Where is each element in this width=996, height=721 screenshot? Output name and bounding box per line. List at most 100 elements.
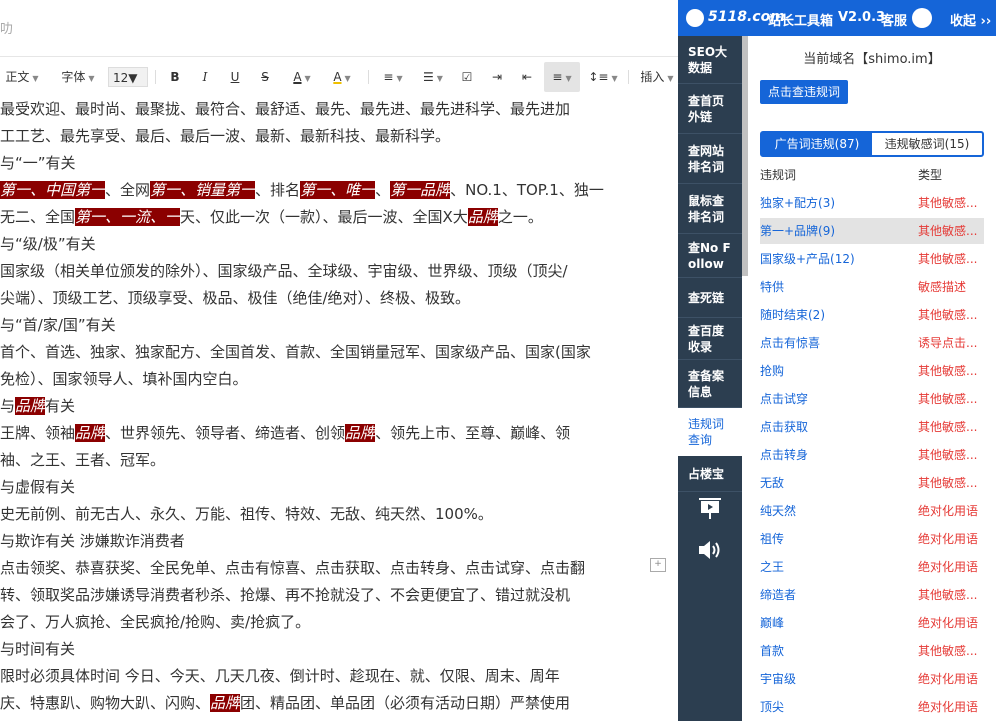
violation-row[interactable]: 第一+品牌(9) 其他敏感... bbox=[760, 218, 984, 244]
paragraph[interactable]: 与虚假有关 bbox=[0, 474, 640, 501]
violation-row[interactable]: 无敌 其他敏感... bbox=[760, 470, 984, 496]
sidenav-item-2[interactable]: 查网站排名词 bbox=[678, 134, 742, 184]
violation-row[interactable]: 宇宙级 绝对化用语 bbox=[760, 666, 984, 692]
paragraph[interactable]: 与“首/家/国”有关 bbox=[0, 312, 640, 339]
violation-word-link[interactable]: 之王 bbox=[760, 554, 784, 580]
violation-word-link[interactable]: 点击获取 bbox=[760, 414, 808, 440]
document-body[interactable]: 最受欢迎、最时尚、最聚拢、最符合、最舒适、最先、最先进、最先进科学、最先进加 工工… bbox=[0, 96, 640, 721]
violation-row[interactable]: 独家+配方(3) 其他敏感... bbox=[760, 190, 984, 216]
violation-row[interactable]: 顶尖 绝对化用语 bbox=[760, 694, 984, 720]
violation-word-link[interactable]: 特供 bbox=[760, 274, 784, 300]
violation-row[interactable]: 特供 敏感描述 bbox=[760, 274, 984, 300]
violation-word-link[interactable]: 第一+品牌(9) bbox=[760, 218, 835, 244]
violation-word-link[interactable]: 点击转身 bbox=[760, 442, 808, 468]
paragraph[interactable]: 第一、中国第一、全网第一、销量第一、排名第一、唯一、第一品牌、NO.1、TOP.… bbox=[0, 177, 640, 204]
paragraph[interactable]: 与欺诈有关 涉嫌欺诈消费者 bbox=[0, 528, 640, 555]
bold-button[interactable]: B bbox=[164, 62, 186, 92]
speaker-icon[interactable] bbox=[678, 538, 742, 568]
comment-icon[interactable]: + bbox=[650, 558, 666, 572]
sidenav-item-1[interactable]: 查首页外链 bbox=[678, 84, 742, 134]
paragraph[interactable]: 庆、特惠趴、购物大趴、闪购、品牌团、精品团、单品团（必须有活动日期）严禁使用 bbox=[0, 690, 640, 717]
bullet-list-button[interactable]: ☰ ▼ bbox=[416, 62, 450, 92]
violation-word-link[interactable]: 缔造者 bbox=[760, 582, 796, 608]
violation-word-link[interactable]: 顶尖 bbox=[760, 694, 784, 720]
violation-word-link[interactable]: 首款 bbox=[760, 638, 784, 664]
violation-word-link[interactable]: 国家级+产品(12) bbox=[760, 246, 855, 272]
violation-row[interactable]: 随时结束(2) 其他敏感... bbox=[760, 302, 984, 328]
violation-word-link[interactable]: 宇宙级 bbox=[760, 666, 796, 692]
line-height-button[interactable]: ↕≡ ▼ bbox=[586, 62, 620, 92]
outdent-button[interactable]: ⇤ bbox=[516, 62, 538, 92]
underline-button[interactable]: U bbox=[224, 62, 246, 92]
service-toggle[interactable] bbox=[912, 8, 932, 28]
violation-row[interactable]: 之王 绝对化用语 bbox=[760, 554, 984, 580]
violation-row[interactable]: 点击转身 其他敏感... bbox=[760, 442, 984, 468]
violation-row[interactable]: 首款 其他敏感... bbox=[760, 638, 984, 664]
paragraph[interactable]: 尖端）、顶级工艺、顶级享受、极品、极佳（绝佳/绝对）、终极、极致。 bbox=[0, 285, 640, 312]
sidenav-item-7[interactable]: 查备案信息 bbox=[678, 360, 742, 408]
violation-word-link[interactable]: 独家+配方(3) bbox=[760, 190, 835, 216]
check-violations-button[interactable]: 点击查违规词 bbox=[760, 80, 848, 104]
paragraph[interactable]: 史无前例、前无古人、永久、万能、祖传、特效、无敌、纯天然、100%。 bbox=[0, 501, 640, 528]
customer-service-link[interactable]: 客服 bbox=[881, 10, 907, 29]
insert-dropdown[interactable]: 插入 ▼ bbox=[636, 62, 678, 92]
violation-word-link[interactable]: 点击有惊喜 bbox=[760, 330, 820, 356]
paragraph[interactable]: 首个、首选、独家、独家配方、全国首发、首款、全国销量冠军、国家级产品、国家(国家 bbox=[0, 339, 640, 366]
paragraph[interactable]: 国家级（相关单位颁发的除外）、国家级产品、全球级、宇宙级、世界级、顶级（顶尖/ bbox=[0, 258, 640, 285]
violation-row[interactable]: 祖传 绝对化用语 bbox=[760, 526, 984, 552]
indent-button[interactable]: ⇥ bbox=[486, 62, 508, 92]
paragraph[interactable]: 与“一”有关 bbox=[0, 150, 640, 177]
tab-sensitive-words[interactable]: 违规敏感词(15) bbox=[872, 133, 982, 155]
sidenav-item-3[interactable]: 鼠标查排名词 bbox=[678, 184, 742, 234]
font-color-button[interactable]: A ▼ bbox=[284, 62, 320, 92]
violation-row[interactable]: 缔造者 其他敏感... bbox=[760, 582, 984, 608]
violation-row[interactable]: 点击获取 其他敏感... bbox=[760, 414, 984, 440]
highlight-color-button[interactable]: A ▼ bbox=[324, 62, 360, 92]
paragraph[interactable]: 与“级/极”有关 bbox=[0, 231, 640, 258]
checklist-button[interactable]: ☑ bbox=[456, 62, 478, 92]
paragraph[interactable]: 无二、全国第一、一流、一天、仅此一次（一款）、最后一波、全国X大品牌之一。 bbox=[0, 204, 640, 231]
violation-row[interactable]: 抢购 其他敏感... bbox=[760, 358, 984, 384]
ordered-list-button[interactable]: ≡ ▼ bbox=[376, 62, 410, 92]
violation-word-link[interactable]: 随时结束(2) bbox=[760, 302, 825, 328]
presentation-icon[interactable] bbox=[678, 496, 742, 528]
paragraph[interactable]: 工工艺、最先享受、最后、最后一波、最新、最新科技、最新科学。 bbox=[0, 123, 640, 150]
violation-word-link[interactable]: 点击试穿 bbox=[760, 386, 808, 412]
violation-word-link[interactable]: 巅峰 bbox=[760, 610, 784, 636]
strikethrough-button[interactable]: S bbox=[254, 62, 276, 92]
sidenav-item-8[interactable]: 违规词查询 bbox=[678, 408, 742, 456]
paragraph[interactable]: 最受欢迎、最时尚、最聚拢、最符合、最舒适、最先、最先进、最先进科学、最先进加 bbox=[0, 96, 640, 123]
violation-word-link[interactable]: 无敌 bbox=[760, 470, 784, 496]
paragraph[interactable]: 袖、之王、王者、冠军。 bbox=[0, 447, 640, 474]
font-size-dropdown[interactable]: 12▼ bbox=[108, 67, 148, 87]
sidenav-item-5[interactable]: 查死链 bbox=[678, 278, 742, 318]
paragraph[interactable]: 会了、万人疯抢、全民疯抢/抢购、卖/抢疯了。 bbox=[0, 609, 640, 636]
violation-row[interactable]: 国家级+产品(12) 其他敏感... bbox=[760, 246, 984, 272]
sidenav-item-9[interactable]: 占楼宝 bbox=[678, 456, 742, 492]
italic-button[interactable]: I bbox=[194, 62, 216, 92]
font-family-dropdown[interactable]: 字体 ▼ bbox=[52, 62, 104, 92]
collapse-button[interactable]: 收起 ›› bbox=[950, 10, 991, 29]
violation-word-link[interactable]: 抢购 bbox=[760, 358, 784, 384]
paragraph[interactable]: 免检）、国家领导人、填补国内空白。 bbox=[0, 366, 640, 393]
sidenav-item-6[interactable]: 查百度收录 bbox=[678, 318, 742, 360]
violation-word-link[interactable]: 纯天然 bbox=[760, 498, 796, 524]
paragraph[interactable]: 王牌、领袖品牌、世界领先、领导者、缔造者、创领品牌、领先上市、至尊、巅峰、领 bbox=[0, 420, 640, 447]
violation-word-link[interactable]: 祖传 bbox=[760, 526, 784, 552]
align-button[interactable]: ≡ ▼ bbox=[544, 62, 580, 92]
paragraph[interactable]: 与时间有关 bbox=[0, 636, 640, 663]
paragraph[interactable]: 点击领奖、恭喜获奖、全民免单、点击有惊喜、点击获取、点击转身、点击试穿、点击翻 bbox=[0, 555, 640, 582]
tab-ad-violations[interactable]: 广告词违规(87) bbox=[762, 133, 872, 155]
sidenav-item-4[interactable]: 查No Follow bbox=[678, 234, 742, 278]
paragraph-style-dropdown[interactable]: 正文 ▼ bbox=[0, 62, 44, 92]
violation-row[interactable]: 巅峰 绝对化用语 bbox=[760, 610, 984, 636]
violation-row[interactable]: 点击试穿 其他敏感... bbox=[760, 386, 984, 412]
paragraph[interactable]: 转、领取奖品涉嫌诱导消费者秒杀、抢爆、再不抢就没了、不会更便宜了、错过就没机 bbox=[0, 582, 640, 609]
violation-row[interactable]: 纯天然 绝对化用语 bbox=[760, 498, 984, 524]
paragraph[interactable]: 随时结束、随时涨价、马上降价。 bbox=[0, 717, 640, 721]
paragraph[interactable]: 限时必须具体时间 今日、今天、几天几夜、倒计时、趁现在、就、仅限、周末、周年 bbox=[0, 663, 640, 690]
violation-row[interactable]: 点击有惊喜 诱导点击... bbox=[760, 330, 984, 356]
doc-title[interactable]: 叻 bbox=[0, 18, 13, 37]
paragraph[interactable]: 与品牌有关 bbox=[0, 393, 640, 420]
sidenav-item-0[interactable]: SEO大数据 bbox=[678, 36, 742, 84]
